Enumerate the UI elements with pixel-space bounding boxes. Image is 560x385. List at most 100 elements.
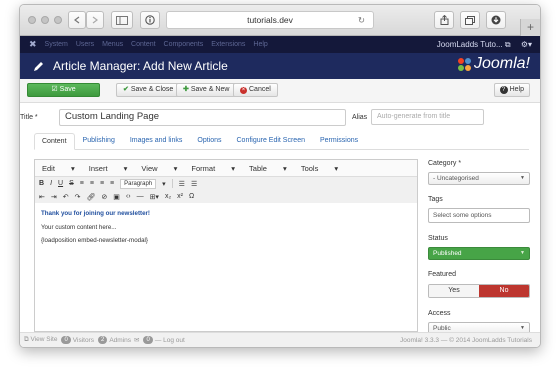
menu-help[interactable]: Help [253, 41, 267, 48]
save-button[interactable]: ☑ Save [27, 83, 100, 97]
tab-configure-edit-screen[interactable]: Configure Edit Screen [230, 133, 312, 149]
undo-icon[interactable]: ↶ [63, 193, 69, 201]
content-heading: Thank you for joining our newsletter! [41, 210, 150, 217]
zoom-window-button[interactable] [54, 16, 62, 24]
editor-menu-format[interactable]: Format ▾ [191, 164, 235, 173]
chevron-down-icon: ▼ [520, 175, 525, 181]
align-left-icon[interactable]: ≡ [80, 180, 84, 187]
back-button[interactable] [68, 11, 86, 29]
title-row: Title * Custom Landing Page Alias Auto-g… [20, 109, 540, 131]
category-label: Category * [428, 160, 462, 167]
chevron-down-icon: ▼ [520, 250, 525, 256]
paragraph-select[interactable]: Paragraph [120, 178, 157, 189]
code-icon[interactable]: ‹› [126, 193, 131, 200]
tags-placeholder: Select some options [433, 212, 492, 219]
minimize-window-button[interactable] [41, 16, 49, 24]
joomla-logo: Joomla! [457, 55, 530, 73]
new-tab-button[interactable]: + [520, 19, 540, 36]
editor-menu-insert[interactable]: Insert ▾ [89, 164, 128, 173]
download-button[interactable] [486, 11, 506, 29]
link-icon[interactable]: 🔗︎ [87, 193, 96, 201]
joomla-brand-text: Joomla! [473, 55, 530, 72]
bold-icon[interactable]: B [39, 180, 44, 187]
bullet-list-icon[interactable]: ☰ [179, 180, 185, 188]
superscript-icon[interactable]: x² [177, 193, 183, 200]
status-value: Published [433, 250, 462, 257]
browser-window: tutorials.dev ↻ + ✖ System Users Menus C… [19, 4, 541, 348]
privacy-button[interactable] [140, 11, 160, 29]
share-button[interactable] [434, 11, 454, 29]
alias-input[interactable]: Auto-generate from title [371, 109, 484, 125]
align-justify-icon[interactable]: ≡ [110, 180, 114, 187]
category-select[interactable]: - Uncategorised ▼ [428, 172, 530, 185]
save-new-button[interactable]: ✚ Save & New [176, 83, 237, 97]
editor-toolbar-row-1: B I U S ≡ ≡ ≡ ≡ Paragraph ▾ ☰ ☰ [35, 177, 417, 190]
featured-yes-button[interactable]: Yes [429, 285, 479, 297]
table-icon[interactable]: ⊞▾ [150, 193, 159, 201]
help-button[interactable]: ? Help [493, 83, 530, 97]
tab-content[interactable]: Content [34, 133, 75, 150]
tabs-button[interactable] [460, 11, 480, 29]
featured-no-button[interactable]: No [479, 285, 529, 297]
save-close-button[interactable]: ✔ Save & Close [116, 83, 181, 97]
forward-button[interactable] [86, 11, 104, 29]
numbered-list-icon[interactable]: ☰ [191, 180, 197, 188]
horizontal-rule-icon[interactable]: — [137, 193, 144, 200]
admins-label: Admins [109, 336, 132, 344]
save-icon: ☑ [51, 86, 58, 93]
editor-menu-edit[interactable]: Edit ▾ [42, 164, 75, 173]
align-center-icon[interactable]: ≡ [90, 180, 94, 187]
subscript-icon[interactable]: x₂ [165, 193, 171, 200]
view-site-link[interactable]: ⧉ View Site [24, 336, 57, 344]
save-new-label: Save & New [190, 86, 230, 93]
underline-icon[interactable]: U [58, 180, 63, 187]
tab-options[interactable]: Options [190, 133, 228, 149]
strikethrough-icon[interactable]: S [69, 180, 74, 187]
menu-extensions[interactable]: Extensions [211, 41, 245, 48]
tab-permissions[interactable]: Permissions [313, 133, 365, 149]
cancel-label: Cancel [249, 86, 271, 93]
visitors-badge: 0 [61, 336, 71, 344]
chevron-down-icon[interactable]: ▾ [162, 180, 166, 188]
editor-menu-table[interactable]: Table ▾ [249, 164, 287, 173]
admin-menu: System Users Menus Content Components Ex… [45, 41, 274, 48]
title-input[interactable]: Custom Landing Page [59, 109, 346, 126]
access-label: Access [428, 310, 451, 317]
unlink-icon[interactable]: ⊘ [101, 193, 107, 201]
address-bar[interactable]: tutorials.dev ↻ [166, 11, 374, 29]
menu-content[interactable]: Content [131, 41, 156, 48]
editor-menu-tools[interactable]: Tools ▾ [301, 164, 338, 173]
site-link[interactable]: JoomLadds Tuto... ⧉ ⚙▾ [437, 36, 532, 53]
site-name: JoomLadds Tuto... [436, 40, 503, 49]
menu-users[interactable]: Users [76, 41, 94, 48]
tab-images-links[interactable]: Images and links [123, 133, 190, 149]
menu-menus[interactable]: Menus [102, 41, 123, 48]
image-icon[interactable]: ▣ [113, 193, 120, 201]
menu-components[interactable]: Components [164, 41, 204, 48]
status-select[interactable]: Published ▼ [428, 247, 530, 260]
indent-icon[interactable]: ⇥ [51, 193, 57, 201]
menu-system[interactable]: System [45, 41, 68, 48]
category-value: - Uncategorised [433, 175, 479, 182]
tab-publishing[interactable]: Publishing [76, 133, 122, 149]
status-label: Status [428, 235, 448, 242]
special-char-icon[interactable]: Ω [189, 193, 194, 200]
chevron-right-icon [92, 16, 98, 24]
url-text: tutorials.dev [247, 15, 293, 25]
align-right-icon[interactable]: ≡ [100, 180, 104, 187]
redo-icon[interactable]: ↷ [75, 193, 81, 201]
close-window-button[interactable] [28, 16, 36, 24]
logout-link[interactable]: — Log out [155, 337, 185, 344]
joomla-menu-icon[interactable]: ✖ [29, 39, 37, 50]
italic-icon[interactable]: I [50, 180, 52, 187]
tags-input[interactable]: Select some options [428, 208, 530, 223]
editor-content[interactable]: Thank you for joining our newsletter! Yo… [35, 203, 417, 258]
save-close-label: Save & Close [130, 86, 174, 93]
outdent-icon[interactable]: ⇤ [39, 193, 45, 201]
cancel-button[interactable]: × Cancel [233, 83, 278, 97]
sidebar-button[interactable] [111, 11, 133, 29]
editor-menu-view[interactable]: View ▾ [141, 164, 177, 173]
access-value: Public [433, 325, 451, 332]
user-gear-icon[interactable]: ⚙▾ [521, 40, 532, 49]
reload-icon[interactable]: ↻ [358, 12, 365, 29]
